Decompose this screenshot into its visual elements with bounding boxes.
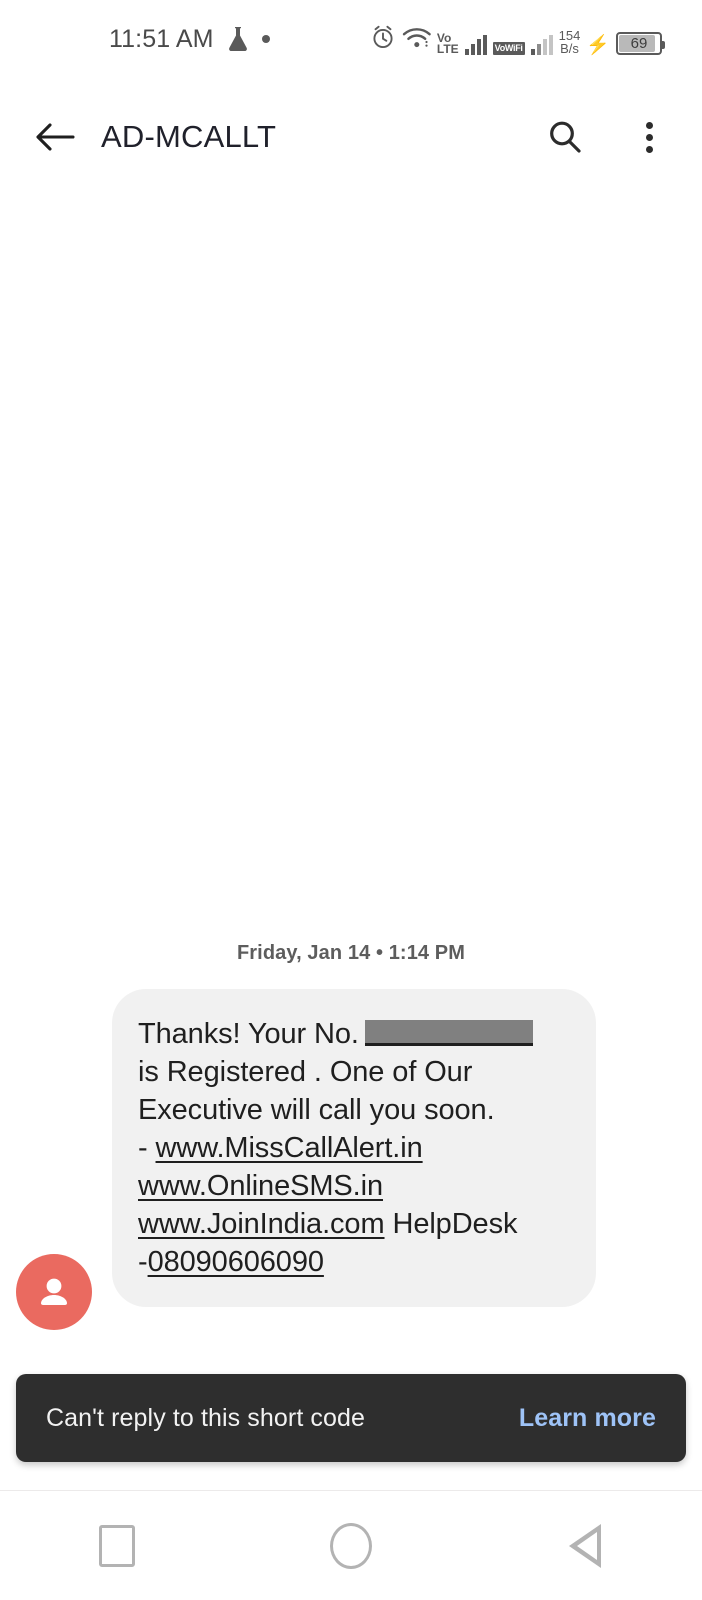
message-bubble[interactable]: Thanks! Your No. is Registered . One of … bbox=[112, 989, 596, 1307]
message-line-1-text: Thanks! Your No. bbox=[138, 1018, 359, 1050]
message-line-5: www.OnlineSMS.in bbox=[138, 1167, 568, 1205]
message-line-6-suffix: HelpDesk bbox=[385, 1208, 518, 1240]
app-bar: AD-MCALLT bbox=[0, 97, 702, 177]
message-line-7-prefix: - bbox=[138, 1246, 148, 1278]
page-title: AD-MCALLT bbox=[101, 119, 276, 155]
wifi-icon bbox=[402, 26, 432, 55]
message-line-4: - www.MissCallAlert.in bbox=[138, 1129, 568, 1167]
redacted-phone-number bbox=[365, 1020, 533, 1046]
link-onlinesms[interactable]: www.OnlineSMS.in bbox=[138, 1170, 383, 1202]
link-joinindia[interactable]: www.JoinIndia.com bbox=[138, 1208, 385, 1240]
network-speed-unit: B/s bbox=[560, 42, 579, 55]
volte-indicator: Vo LTE bbox=[437, 33, 459, 55]
sim2-signal-icon bbox=[531, 35, 553, 55]
sim1-signal-icon bbox=[465, 35, 487, 55]
recents-square-icon[interactable] bbox=[62, 1506, 172, 1586]
snackbar: Can't reply to this short code Learn mor… bbox=[16, 1374, 686, 1462]
status-bar: 11:51 AM bbox=[0, 0, 702, 78]
message-line-2: is Registered . One of Our bbox=[138, 1053, 568, 1091]
message-line-4-prefix: - bbox=[138, 1132, 156, 1164]
snackbar-message: Can't reply to this short code bbox=[46, 1404, 365, 1433]
overflow-menu-icon[interactable] bbox=[626, 114, 672, 160]
app-bar-actions bbox=[542, 114, 672, 160]
avatar bbox=[16, 1254, 92, 1330]
message-line-7: -08090606090 bbox=[138, 1243, 568, 1281]
battery-level-label: 69 bbox=[631, 35, 648, 52]
network-speed-indicator: 154 B/s bbox=[559, 29, 581, 55]
phone-screen: 11:51 AM bbox=[0, 0, 702, 1600]
charging-bolt-icon: ⚡ bbox=[586, 36, 610, 55]
learn-more-button[interactable]: Learn more bbox=[519, 1404, 656, 1433]
status-bar-right: Vo LTE VoWiFi 154 B/s ⚡ 69 bbox=[370, 24, 662, 55]
back-arrow-icon[interactable] bbox=[32, 114, 78, 160]
link-misscallalert[interactable]: www.MissCallAlert.in bbox=[156, 1132, 423, 1164]
home-circle-icon[interactable] bbox=[296, 1506, 406, 1586]
conversation-thread: Friday, Jan 14 • 1:14 PM Thanks! Your No… bbox=[0, 177, 702, 1357]
volte-bottom-label: LTE bbox=[437, 44, 459, 55]
message-line-1: Thanks! Your No. bbox=[138, 1015, 568, 1053]
battery-indicator: 69 bbox=[616, 32, 662, 55]
person-avatar-icon bbox=[32, 1270, 76, 1314]
link-helpdesk-phone[interactable]: 08090606090 bbox=[148, 1246, 324, 1278]
message-line-6: www.JoinIndia.com HelpDesk bbox=[138, 1205, 568, 1243]
search-icon[interactable] bbox=[542, 114, 588, 160]
back-triangle-icon[interactable] bbox=[530, 1506, 640, 1586]
date-divider: Friday, Jan 14 • 1:14 PM bbox=[0, 942, 702, 965]
message-line-3: Executive will call you soon. bbox=[138, 1091, 568, 1129]
system-navigation-bar bbox=[0, 1490, 702, 1600]
vowifi-badge: VoWiFi bbox=[493, 42, 525, 55]
status-bar-left: 11:51 AM bbox=[109, 25, 270, 54]
network-speed-value: 154 bbox=[559, 29, 581, 42]
status-clock: 11:51 AM bbox=[109, 25, 214, 54]
flask-icon bbox=[227, 26, 249, 52]
dot-indicator-icon bbox=[262, 35, 270, 43]
alarm-clock-icon bbox=[370, 24, 396, 55]
